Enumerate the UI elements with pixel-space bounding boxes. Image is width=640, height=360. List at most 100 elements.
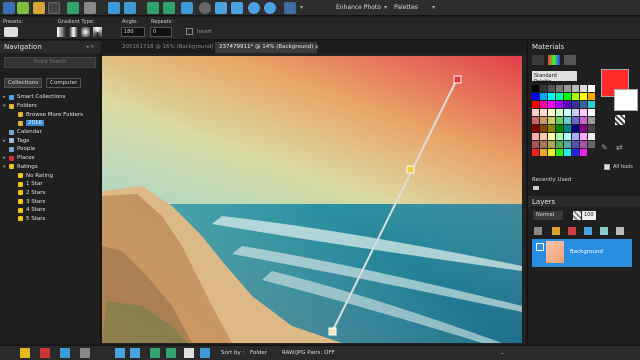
- info-icon[interactable]: [199, 2, 211, 14]
- manage-icon[interactable]: [3, 2, 15, 14]
- color-swatch[interactable]: [580, 85, 587, 92]
- tree-item[interactable]: ▾ Folders: [3, 102, 99, 111]
- color-swatch[interactable]: [548, 101, 555, 108]
- rainbow-tab-icon[interactable]: [548, 55, 560, 65]
- color-swatch[interactable]: [548, 109, 555, 116]
- color-swatch[interactable]: [532, 93, 539, 100]
- all-tools-checkbox[interactable]: [604, 164, 610, 170]
- rotate-left-bottom-icon[interactable]: [150, 348, 160, 358]
- color-swatch[interactable]: [532, 149, 539, 156]
- color-swatch[interactable]: [580, 149, 587, 156]
- tree-item[interactable]: Calendar: [3, 128, 99, 137]
- color-swatch[interactable]: [572, 117, 579, 124]
- color-swatch[interactable]: [572, 85, 579, 92]
- color-swatch[interactable]: [588, 117, 595, 124]
- close-tab-icon[interactable]: ✕: [314, 44, 319, 51]
- layer-visibility-icon[interactable]: [536, 243, 544, 251]
- panel-pin-icon[interactable]: ◂ ×: [86, 44, 94, 50]
- color-swatch[interactable]: [556, 141, 563, 148]
- color-swatch[interactable]: [556, 101, 563, 108]
- color-swatch[interactable]: [588, 133, 595, 140]
- palette-select[interactable]: Standard Palette: [532, 71, 577, 85]
- color-swatch[interactable]: [572, 141, 579, 148]
- palettes-menu[interactable]: Palettes: [394, 4, 418, 11]
- compare-icon[interactable]: [80, 348, 90, 358]
- color-swatch[interactable]: [548, 149, 555, 156]
- color-swatch[interactable]: [588, 93, 595, 100]
- color-swatch[interactable]: [540, 117, 547, 124]
- document-tab-2[interactable]: 237479911* @ 14% (Background): [215, 42, 318, 53]
- color-swatch[interactable]: [564, 125, 571, 132]
- flip-icon[interactable]: [181, 2, 193, 14]
- color-swatch[interactable]: [564, 149, 571, 156]
- rotate-right-bottom-icon[interactable]: [166, 348, 176, 358]
- color-swatch[interactable]: [564, 109, 571, 116]
- color-swatch[interactable]: [588, 125, 595, 132]
- tree-item[interactable]: 3 Stars: [3, 197, 99, 206]
- share-bottom-icon[interactable]: [115, 348, 125, 358]
- color-swatch[interactable]: [556, 117, 563, 124]
- collapse-icon[interactable]: ⌄: [500, 350, 505, 356]
- background-color[interactable]: [614, 89, 638, 111]
- raw-jpg-pairs[interactable]: RAW/JPG Pairs: OFF: [282, 350, 335, 356]
- tab-collections[interactable]: Collections: [4, 78, 43, 88]
- color-swatch[interactable]: [564, 85, 571, 92]
- color-swatch[interactable]: [580, 101, 587, 108]
- blend-mode-select[interactable]: Normal: [533, 211, 563, 220]
- tag-icon[interactable]: [60, 348, 70, 358]
- group-icon[interactable]: [616, 227, 624, 235]
- redo-icon[interactable]: [124, 2, 136, 14]
- color-swatch[interactable]: [548, 93, 555, 100]
- undo-icon[interactable]: [108, 2, 120, 14]
- tag-bottom-icon[interactable]: [200, 348, 210, 358]
- layer-style-icon[interactable]: [552, 227, 560, 235]
- color-swatch[interactable]: [580, 125, 587, 132]
- swatch-tab-icon[interactable]: [564, 55, 576, 65]
- color-swatch[interactable]: [556, 93, 563, 100]
- color-swatch[interactable]: [572, 109, 579, 116]
- tree-item[interactable]: People: [3, 145, 99, 154]
- eyedropper-icon[interactable]: ✎: [601, 143, 611, 153]
- tree-item[interactable]: 4 Stars: [3, 206, 99, 215]
- tab-computer[interactable]: Computer: [46, 78, 82, 88]
- color-swatch[interactable]: [532, 109, 539, 116]
- color-swatch[interactable]: [580, 109, 587, 116]
- color-swatch[interactable]: [572, 133, 579, 140]
- tree-item[interactable]: 2 Stars: [3, 189, 99, 198]
- color-swatch[interactable]: [564, 141, 571, 148]
- zoom-out-icon[interactable]: [264, 2, 276, 14]
- color-swatch[interactable]: [548, 141, 555, 148]
- color-swatch[interactable]: [580, 117, 587, 124]
- zoom-in-icon[interactable]: [248, 2, 260, 14]
- share-icon[interactable]: [67, 2, 79, 14]
- rotate-right-icon[interactable]: [163, 2, 175, 14]
- color-swatch[interactable]: [588, 109, 595, 116]
- tree-item[interactable]: Browse More Folders: [3, 110, 99, 119]
- color-swatch[interactable]: [564, 101, 571, 108]
- document-tab-1[interactable]: 205161718 @ 16% (Background): [118, 42, 218, 53]
- print-icon[interactable]: [84, 2, 96, 14]
- color-swatch[interactable]: [580, 141, 587, 148]
- enhance-photo-menu[interactable]: Enhance Photo: [336, 4, 381, 11]
- angle-input[interactable]: 180: [121, 27, 145, 37]
- layer-name[interactable]: Background: [570, 249, 603, 255]
- delete-layer-icon[interactable]: [568, 227, 576, 235]
- color-swatch[interactable]: [564, 133, 571, 140]
- color-swatch[interactable]: [580, 93, 587, 100]
- tree-item[interactable]: 2016: [3, 119, 99, 128]
- color-swatch[interactable]: [532, 141, 539, 148]
- color-swatch[interactable]: [588, 141, 595, 148]
- photo-canvas[interactable]: [102, 56, 522, 343]
- color-swatch[interactable]: [540, 149, 547, 156]
- color-swatch[interactable]: [532, 125, 539, 132]
- color-swatch[interactable]: [540, 101, 547, 108]
- repeats-input[interactable]: 0: [150, 27, 172, 37]
- color-swatch[interactable]: [540, 93, 547, 100]
- color-swatch[interactable]: [548, 133, 555, 140]
- organizer-icon[interactable]: [20, 348, 30, 358]
- quick-search-input[interactable]: Quick Search: [4, 57, 96, 68]
- color-swatch[interactable]: [572, 125, 579, 132]
- color-swatch[interactable]: [564, 117, 571, 124]
- color-swatches[interactable]: [532, 85, 598, 165]
- enhance-icon[interactable]: [284, 2, 296, 14]
